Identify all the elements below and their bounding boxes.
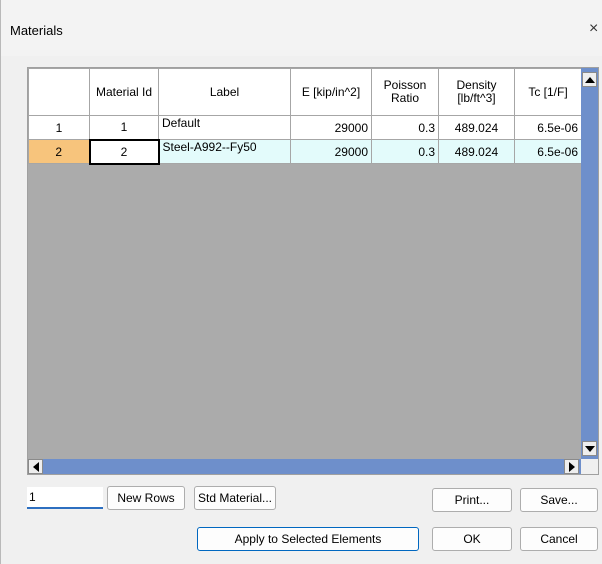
scroll-up-button[interactable]: [582, 72, 597, 87]
materials-grid[interactable]: Material Id Label E [kip/in^2] Poisson R…: [27, 67, 599, 475]
material-id-cell[interactable]: 2: [88, 138, 160, 165]
materials-dialog: Materials × Material Id Label E [kip/in^…: [0, 0, 602, 564]
scroll-left-button[interactable]: [28, 459, 43, 474]
column-header-material-id[interactable]: Material Id: [89, 68, 159, 116]
poisson-cell[interactable]: 0.3: [371, 139, 439, 164]
print-button[interactable]: Print...: [432, 488, 512, 512]
dialog-title: Materials: [10, 23, 63, 38]
material-id-cell[interactable]: 1: [89, 115, 159, 140]
e-cell[interactable]: 29000: [290, 139, 372, 164]
arrow-right-icon: [568, 461, 575, 472]
scroll-down-button[interactable]: [582, 441, 597, 456]
tc-cell[interactable]: 6.5e-06: [514, 115, 582, 140]
apply-to-selected-elements-button[interactable]: Apply to Selected Elements: [197, 527, 419, 551]
select-all-corner[interactable]: [28, 68, 90, 116]
tc-cell[interactable]: 6.5e-06: [514, 139, 582, 164]
cancel-button[interactable]: Cancel: [520, 527, 598, 551]
e-cell[interactable]: 29000: [290, 115, 372, 140]
table-row[interactable]: 1 1 Default 29000 0.3 489.024 6.5e-06: [28, 115, 582, 140]
materials-table: Material Id Label E [kip/in^2] Poisson R…: [28, 68, 582, 165]
table-row[interactable]: 2 2 Steel-A992--Fy50 29000 0.3 489.024 6…: [28, 138, 582, 165]
row-header[interactable]: 2: [28, 139, 90, 164]
column-header-density[interactable]: Density [lb/ft^3]: [438, 68, 515, 116]
ok-button[interactable]: OK: [432, 527, 512, 551]
std-material-button[interactable]: Std Material...: [194, 486, 276, 510]
vertical-scrollbar[interactable]: [581, 68, 598, 459]
label-cell[interactable]: Default: [158, 115, 291, 140]
arrow-left-icon: [32, 461, 39, 472]
row-header[interactable]: 1: [28, 115, 90, 140]
column-header-poisson[interactable]: Poisson Ratio: [371, 68, 439, 116]
arrow-down-icon: [584, 445, 595, 452]
arrow-up-icon: [584, 76, 595, 83]
column-header-label[interactable]: Label: [158, 68, 291, 116]
scroll-right-button[interactable]: [564, 459, 579, 474]
scrollbar-corner: [581, 459, 598, 474]
row-count-input[interactable]: [27, 487, 103, 509]
poisson-cell[interactable]: 0.3: [371, 115, 439, 140]
new-rows-button[interactable]: New Rows: [107, 486, 185, 510]
column-header-density-text: Density [lb/ft^3]: [456, 78, 497, 105]
column-header-e[interactable]: E [kip/in^2]: [290, 68, 372, 116]
save-button[interactable]: Save...: [520, 488, 598, 512]
horizontal-scrollbar[interactable]: [28, 459, 581, 474]
density-cell[interactable]: 489.024: [438, 139, 515, 164]
column-header-tc[interactable]: Tc [1/F]: [514, 68, 582, 116]
density-cell[interactable]: 489.024: [438, 115, 515, 140]
column-header-poisson-text: Poisson Ratio: [383, 78, 427, 105]
title-bar: Materials ×: [1, 0, 602, 56]
close-icon[interactable]: ×: [589, 20, 598, 38]
label-cell[interactable]: Steel-A992--Fy50: [158, 139, 291, 164]
